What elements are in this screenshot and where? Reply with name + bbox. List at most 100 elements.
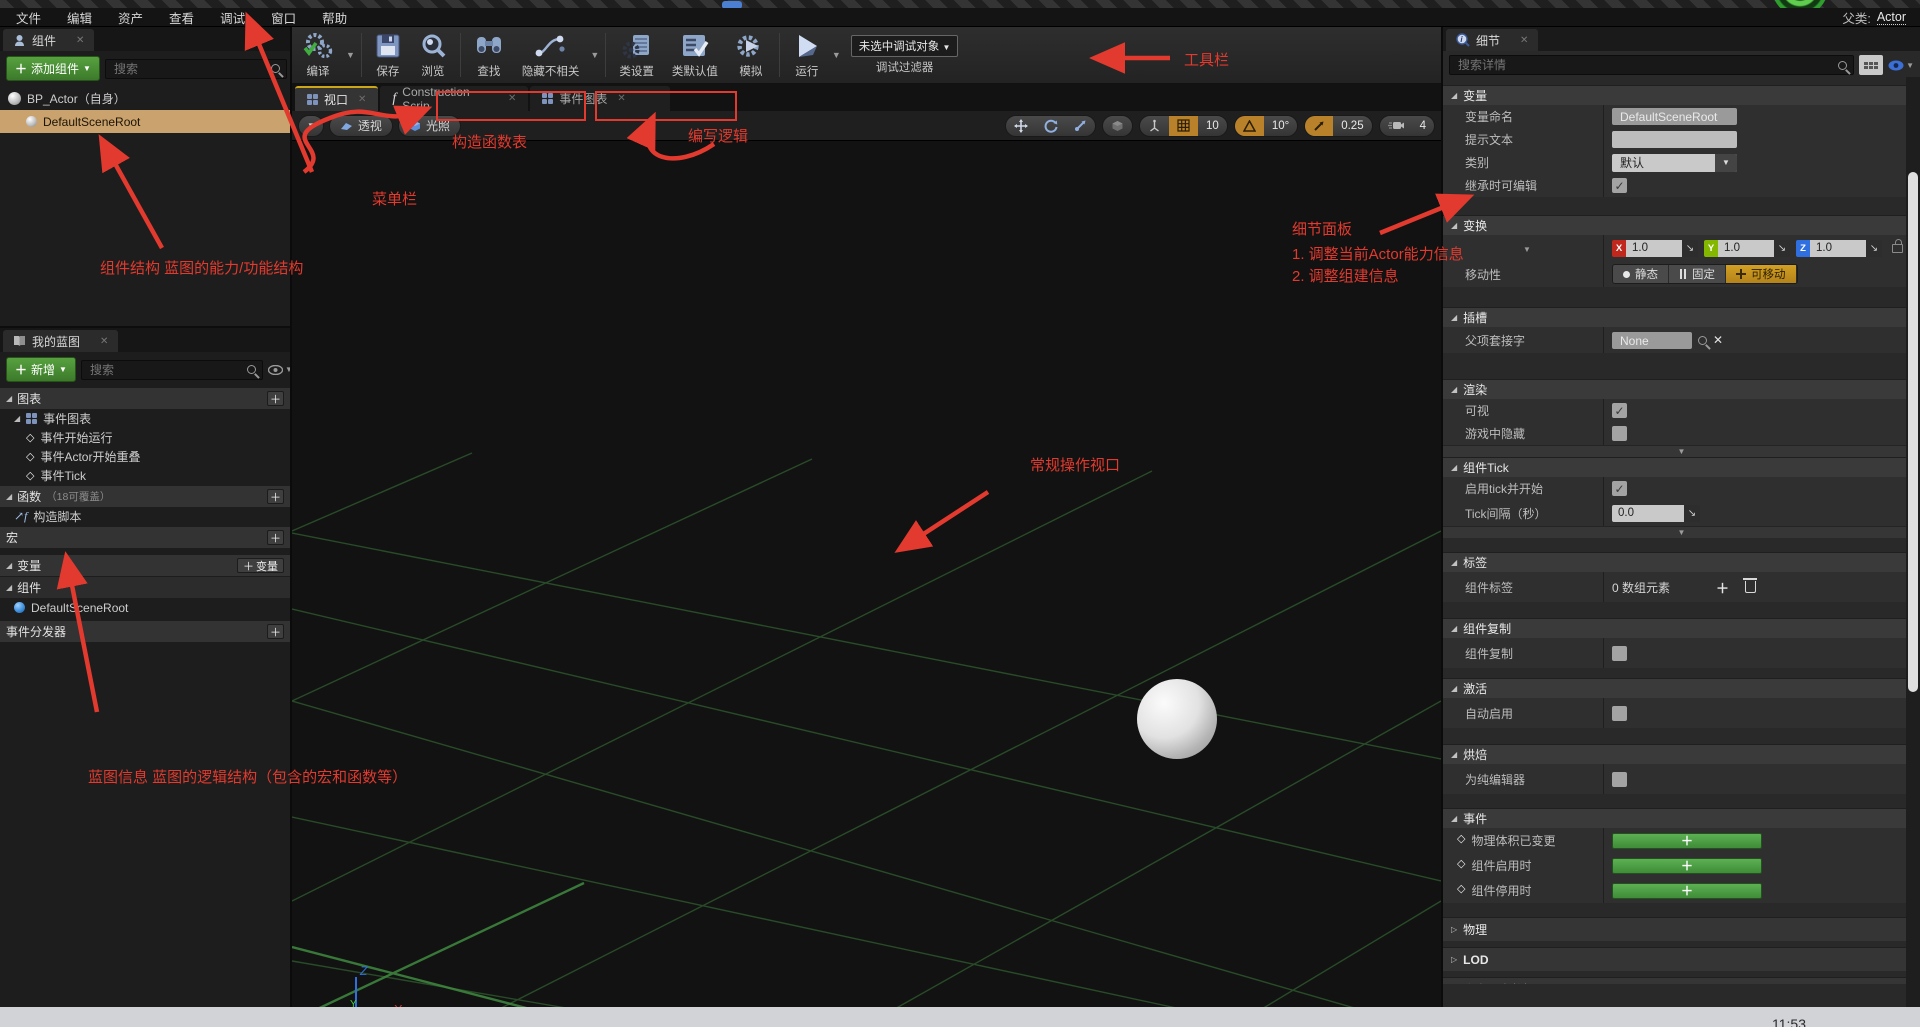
mobility-movable-button[interactable]: 可移动: [1726, 265, 1797, 283]
details-search-input[interactable]: [1456, 57, 1838, 73]
add-component-button[interactable]: ＋ 添加组件 ▼: [6, 56, 100, 81]
find-button[interactable]: 查找: [465, 27, 513, 83]
menu-window[interactable]: 窗口: [265, 7, 302, 28]
construction-script-item[interactable]: ↗f 构造脚本: [0, 507, 290, 526]
rendering-section-header[interactable]: ◢渲染: [1443, 379, 1920, 399]
tick-expander[interactable]: ▼: [1443, 526, 1920, 538]
lit-mode-button[interactable]: 光照: [398, 115, 461, 137]
menu-view[interactable]: 查看: [163, 7, 200, 28]
tab-construction-script[interactable]: f Construction Scrip ✕: [380, 86, 528, 111]
class-settings-button[interactable]: 类设置: [610, 27, 663, 83]
lock-icon[interactable]: [1892, 244, 1903, 253]
scale-icon[interactable]: [1066, 116, 1095, 136]
compile-button[interactable]: 编译: [292, 27, 344, 83]
event-beginplay-item[interactable]: ◇ 事件开始运行: [0, 428, 290, 447]
parent-socket-field[interactable]: None: [1612, 332, 1692, 349]
menu-asset[interactable]: 资产: [112, 7, 149, 28]
sphere-mesh[interactable]: [1137, 679, 1217, 759]
save-button[interactable]: 保存: [366, 27, 410, 83]
components-search-input[interactable]: [112, 61, 271, 77]
my-blueprint-search-input[interactable]: [88, 362, 247, 378]
perspective-button[interactable]: 透视: [329, 115, 393, 137]
tree-row-bp-actor[interactable]: BP_Actor（自身）: [0, 86, 290, 110]
add-dispatcher-button[interactable]: ＋: [267, 624, 284, 639]
new-button[interactable]: ＋ 新增 ▼: [6, 357, 76, 382]
add-macro-button[interactable]: ＋: [267, 530, 284, 545]
class-defaults-button[interactable]: 类默认值: [663, 27, 727, 83]
chevron-down-icon[interactable]: ▼: [830, 50, 843, 60]
lod-section-header[interactable]: ▷LOD: [1443, 947, 1920, 971]
variable-section-header[interactable]: ◢变量: [1443, 85, 1920, 105]
tree-row-defaultsceneroot[interactable]: DefaultSceneRoot: [0, 110, 290, 133]
variable-name-field[interactable]: [1612, 108, 1737, 125]
add-event-button[interactable]: ＋: [1612, 858, 1762, 874]
grid-snap-group[interactable]: 10: [1139, 115, 1228, 137]
rendering-expander[interactable]: ▼: [1443, 445, 1920, 457]
translate-icon[interactable]: [1006, 116, 1036, 136]
angle-snap-value[interactable]: 10°: [1264, 116, 1297, 136]
clear-icon[interactable]: ✕: [1713, 333, 1723, 347]
scale-y-field[interactable]: Y1.0↘: [1704, 240, 1790, 257]
scale-z-field[interactable]: Z1.0↘: [1796, 240, 1882, 257]
viewport-3d[interactable]: Z X Y: [292, 141, 1441, 1027]
details-search[interactable]: [1449, 55, 1854, 75]
close-icon[interactable]: ✕: [76, 35, 84, 46]
debug-object-dropdown[interactable]: 未选中调试对象 ▼: [851, 35, 959, 57]
details-scrollbar-thumb[interactable]: [1908, 172, 1918, 692]
tags-section-header[interactable]: ◢标签: [1443, 552, 1920, 572]
details-tab[interactable]: i 细节 ✕: [1446, 29, 1538, 51]
scale-snap-value[interactable]: 0.25: [1333, 116, 1371, 136]
property-visibility-button[interactable]: ▼: [1888, 60, 1914, 71]
display-mode-button[interactable]: [1859, 55, 1883, 75]
close-icon[interactable]: ✕: [100, 336, 108, 347]
parent-class-link[interactable]: Actor: [1877, 10, 1906, 25]
close-icon[interactable]: ✕: [358, 94, 366, 105]
trash-icon[interactable]: [1745, 581, 1756, 593]
tab-viewport[interactable]: 视口 ✕: [295, 86, 378, 111]
variables-section-header[interactable]: ◢ 变量 ＋变量: [0, 555, 290, 576]
components-search[interactable]: [105, 59, 287, 79]
angle-snap-group[interactable]: 10°: [1234, 115, 1298, 137]
visible-checkbox[interactable]: ✓: [1612, 403, 1627, 418]
components-category-header[interactable]: ◢ 组件: [0, 577, 290, 598]
play-button[interactable]: 运行: [784, 27, 830, 83]
camera-speed-value[interactable]: 4: [1412, 116, 1434, 136]
tooltip-field[interactable]: [1612, 131, 1737, 148]
event-tick-item[interactable]: ◇ 事件Tick: [0, 466, 290, 485]
physics-section-header[interactable]: ▷物理: [1443, 917, 1920, 941]
menu-help[interactable]: 帮助: [316, 7, 353, 28]
gizmo-mode-group[interactable]: [1005, 115, 1096, 137]
graphs-section-header[interactable]: ◢ 图表 ＋: [0, 388, 290, 409]
components-tab[interactable]: 组件 ✕: [3, 29, 94, 51]
menu-file[interactable]: 文件: [10, 7, 47, 28]
grid-snap-value[interactable]: 10: [1198, 116, 1227, 136]
browse-button[interactable]: 浏览: [410, 27, 456, 83]
macros-section-header[interactable]: 宏 ＋: [0, 527, 290, 548]
my-blueprint-search[interactable]: [81, 360, 263, 380]
scale-snap-icon[interactable]: [1305, 116, 1333, 136]
event-overlap-item[interactable]: ◇ 事件Actor开始重叠: [0, 447, 290, 466]
add-element-icon[interactable]: ＋: [1716, 578, 1729, 597]
add-event-button[interactable]: ＋: [1612, 883, 1762, 899]
event-graph-item[interactable]: ◢ 事件图表: [0, 409, 290, 428]
editor-only-checkbox[interactable]: ✓: [1612, 772, 1627, 787]
auto-activate-checkbox[interactable]: ✓: [1612, 706, 1627, 721]
sceneroot-variable-item[interactable]: DefaultSceneRoot: [0, 598, 290, 617]
menu-debug[interactable]: 调试: [214, 7, 251, 28]
angle-snap-icon[interactable]: [1235, 116, 1264, 136]
close-icon[interactable]: ✕: [1520, 35, 1528, 46]
grid-snap-icon[interactable]: [1169, 116, 1198, 136]
chevron-down-icon[interactable]: ▼: [588, 50, 601, 60]
replicates-checkbox[interactable]: ✓: [1612, 646, 1627, 661]
mobility-stationary-button[interactable]: 固定: [1669, 265, 1726, 283]
tick-enabled-checkbox[interactable]: ✓: [1612, 481, 1627, 496]
hide-unrelated-button[interactable]: 隐藏不相关: [513, 27, 589, 83]
events-section-header[interactable]: ◢事件: [1443, 808, 1920, 828]
add-event-button[interactable]: ＋: [1612, 833, 1762, 849]
rotate-icon[interactable]: [1036, 116, 1066, 136]
category-dropdown[interactable]: 默认▼: [1612, 154, 1737, 172]
scale-x-field[interactable]: X1.0↘: [1612, 240, 1698, 257]
chevron-down-icon[interactable]: ▼: [344, 50, 357, 60]
dispatchers-section-header[interactable]: 事件分发器 ＋: [0, 621, 290, 642]
cooking-section-header[interactable]: ◢烘焙: [1443, 744, 1920, 764]
